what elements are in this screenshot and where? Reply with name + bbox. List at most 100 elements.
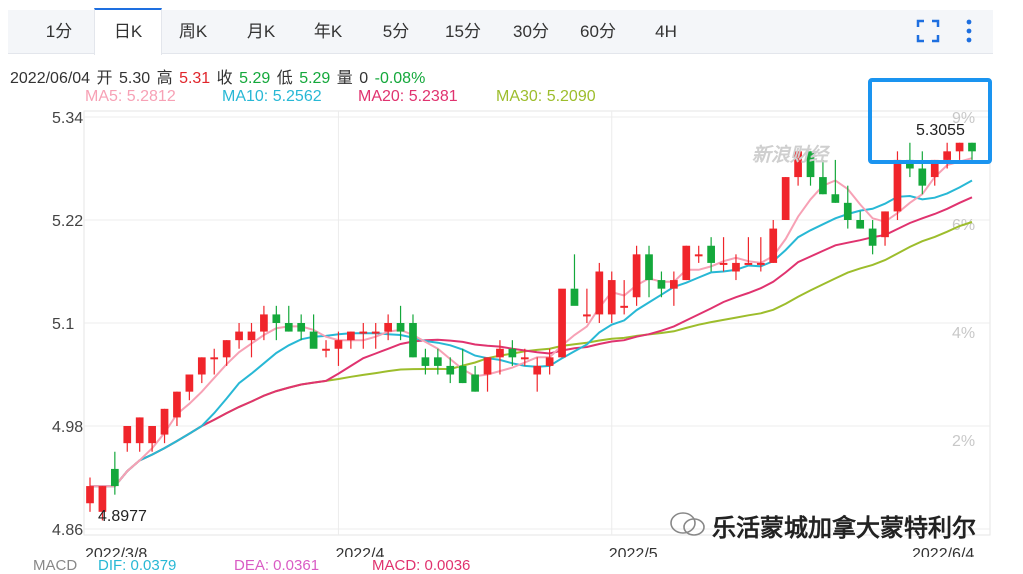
candle-body <box>222 340 231 358</box>
candle-body <box>645 254 653 281</box>
candle-body <box>620 305 629 308</box>
candle-body <box>657 280 666 289</box>
close-value: 5.29 <box>239 70 271 87</box>
tab-4h[interactable]: 4H <box>633 10 699 53</box>
y-right-tick-label: 2% <box>952 433 975 450</box>
candle-body <box>371 331 380 334</box>
candle-body <box>433 357 442 366</box>
y-tick-label: 5.22 <box>52 213 83 230</box>
macd-dea: DEA: 0.0361 <box>234 557 320 574</box>
candle-body <box>831 194 840 203</box>
candle-body <box>471 374 479 392</box>
more-vertical-icon[interactable] <box>954 16 984 46</box>
ma20-line <box>90 196 973 488</box>
x-tick-label: 2022/5 <box>609 546 658 557</box>
candle-body <box>595 271 604 315</box>
y-tick-label: 5.1 <box>52 316 74 333</box>
candle-body <box>868 228 877 246</box>
tab-monthly-k[interactable]: 月K <box>228 10 294 53</box>
candle-body <box>260 314 268 332</box>
quote-info-line: 2022/06/04 开 5.30 高 5.31 收 5.29 低 5.29 量… <box>10 64 427 88</box>
account-watermark: 乐活蒙城加拿大蒙特利尔 <box>712 515 976 542</box>
candle-body <box>881 211 889 238</box>
candlestick-chart: 5.345.225.14.984.869%6%4%2%2022/3/8 2022/… <box>52 110 991 557</box>
candle-body <box>719 262 728 265</box>
candle-body <box>123 426 132 444</box>
candle-body <box>210 357 219 360</box>
ma5-line <box>90 157 973 488</box>
low-value: 5.29 <box>299 70 331 87</box>
candle-body <box>297 323 306 332</box>
tab-weekly-k[interactable]: 周K <box>160 10 226 53</box>
candle-body <box>508 348 517 358</box>
fullscreen-icon[interactable] <box>913 16 943 46</box>
candle-body <box>520 357 529 360</box>
min-price-label: 4.8977 <box>98 508 147 525</box>
candle-body <box>918 168 927 186</box>
close-label: 收 <box>216 70 233 87</box>
candle-body <box>458 365 467 384</box>
wechat-icon <box>670 512 705 536</box>
tab-15min[interactable]: 15分 <box>430 10 496 53</box>
candle-body <box>769 228 778 263</box>
candle-body <box>185 374 194 392</box>
candle-body <box>533 365 542 375</box>
tab-daily-k[interactable]: 日K <box>94 8 162 55</box>
x-tick-label: 2022/4 <box>335 546 384 557</box>
candle-body <box>421 357 430 366</box>
candle-body <box>396 323 405 332</box>
candle-body <box>160 408 169 435</box>
volume-label: 量 <box>336 70 353 87</box>
candle-body <box>670 280 678 289</box>
macd-dif: DIF: 0.0379 <box>98 557 177 574</box>
candle-body <box>347 331 355 341</box>
candle-body <box>744 262 753 265</box>
period-tab-bar: 1分 日K 周K 月K 年K 5分 15分 30分 60分 4H <box>8 8 993 55</box>
candle-body <box>583 314 591 317</box>
tab-60min[interactable]: 60分 <box>565 10 631 53</box>
candle-body <box>496 348 504 358</box>
candle-body <box>570 288 579 306</box>
y-right-tick-label: 4% <box>952 325 975 342</box>
candle-body <box>309 331 318 349</box>
candle-body <box>483 357 492 375</box>
candle-body <box>235 331 243 341</box>
y-tick-label: 4.98 <box>52 419 83 436</box>
candle-body <box>819 177 827 195</box>
candle-body <box>607 280 616 315</box>
tab-5min[interactable]: 5分 <box>363 10 429 53</box>
tab-yearly-k[interactable]: 年K <box>295 10 361 53</box>
high-value: 5.31 <box>179 70 211 87</box>
candle-body <box>682 245 691 281</box>
ma10-line <box>90 179 973 488</box>
candle-body <box>148 426 156 444</box>
tab-30min[interactable]: 30分 <box>498 10 564 53</box>
tab-1min[interactable]: 1分 <box>26 10 92 53</box>
candle-body <box>384 323 392 332</box>
open-label: 开 <box>96 70 113 87</box>
candle-body <box>694 254 703 257</box>
candle-body <box>284 323 293 332</box>
candle-body <box>893 159 902 212</box>
y-tick-label: 5.34 <box>52 110 83 127</box>
candle-body <box>732 262 740 272</box>
candle-body <box>197 357 206 375</box>
candle-body <box>545 357 554 366</box>
candle-body <box>247 331 256 341</box>
high-label: 高 <box>156 70 173 87</box>
candle-body <box>843 202 852 220</box>
macd-name: MACD <box>33 557 78 574</box>
candle-body <box>558 288 566 358</box>
quote-date: 2022/06/04 <box>10 70 91 87</box>
open-value: 5.30 <box>119 70 151 87</box>
macd-value: MACD: 0.0036 <box>372 557 471 574</box>
volume-value: 0 <box>359 70 369 87</box>
candle-body <box>334 340 343 349</box>
last-price-highlight-box <box>868 78 992 164</box>
candle-body <box>322 348 330 351</box>
low-label: 低 <box>276 70 293 87</box>
candle-body <box>707 245 715 263</box>
y-tick-label: 4.86 <box>52 522 83 539</box>
x-tick-label: 2022/6/4 <box>912 546 974 557</box>
candle-body <box>446 365 455 375</box>
